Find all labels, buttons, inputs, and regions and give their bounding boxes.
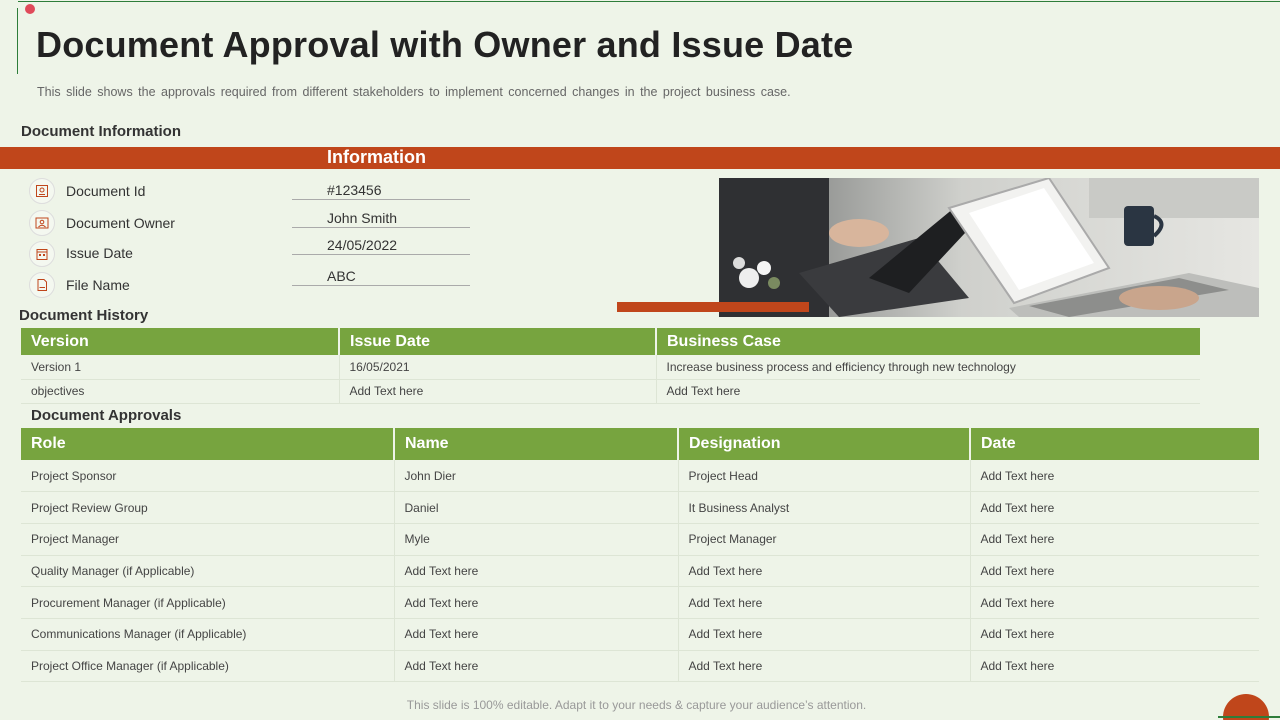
table-cell: Procurement Manager (if Applicable): [21, 586, 395, 619]
table-cell: Add Text here: [656, 379, 1200, 404]
left-accent-line: [17, 8, 18, 74]
document-history-table: Version Issue Date Business Case Version…: [21, 328, 1200, 404]
document-history-heading: Document History: [19, 307, 149, 324]
id-card-icon: [29, 178, 55, 204]
page-subtitle: This slide shows the approvals required …: [37, 85, 791, 99]
issue-date-underline: [292, 254, 470, 255]
table-cell: Add Text here: [394, 618, 679, 651]
column-header-role: Role: [21, 428, 395, 460]
red-dot-decoration: [25, 4, 35, 14]
table-cell: Increase business process and efficiency…: [656, 355, 1200, 380]
table-cell: Add Text here: [970, 618, 1259, 651]
file-name-label: File Name: [66, 277, 130, 293]
file-icon: [29, 272, 55, 298]
orange-accent-bar: [617, 302, 809, 312]
table-row: Version 1 16/05/2021 Increase business p…: [21, 355, 1200, 380]
document-owner-value: John Smith: [327, 210, 398, 226]
table-header-row: Role Name Designation Date: [21, 428, 1259, 460]
document-id-label: Document Id: [66, 183, 146, 199]
document-approvals-table: Role Name Designation Date Project Spons…: [21, 428, 1259, 683]
table-cell: Add Text here: [394, 650, 679, 683]
table-cell: Communications Manager (if Applicable): [21, 618, 395, 651]
calendar-icon: [29, 241, 55, 267]
table-cell: Add Text here: [970, 460, 1259, 493]
business-laptops-photo: [719, 178, 1259, 317]
file-name-underline: [292, 285, 470, 286]
table-row: Quality Manager (if Applicable) Add Text…: [21, 555, 1259, 588]
document-information-heading: Document Information: [21, 123, 181, 140]
table-cell: Myle: [394, 523, 679, 556]
document-approvals-heading: Document Approvals: [31, 407, 182, 424]
table-cell: Project Head: [678, 460, 971, 493]
table-cell: Add Text here: [970, 555, 1259, 588]
table-cell: Project Office Manager (if Applicable): [21, 650, 395, 683]
footer-note: This slide is 100% editable. Adapt it to…: [406, 698, 867, 712]
document-id-value: #123456: [327, 182, 382, 198]
document-owner-label: Document Owner: [66, 215, 175, 231]
table-cell: Project Manager: [21, 523, 395, 556]
table-header-row: Version Issue Date Business Case: [21, 328, 1200, 355]
table-cell: Project Manager: [678, 523, 971, 556]
table-cell: Add Text here: [678, 618, 971, 651]
table-row: Communications Manager (if Applicable) A…: [21, 618, 1259, 651]
table-row: objectives Add Text here Add Text here: [21, 379, 1200, 404]
table-cell: Add Text here: [394, 555, 679, 588]
corner-green-line: [1218, 716, 1280, 718]
table-cell: Daniel: [394, 491, 679, 524]
column-header-business-case: Business Case: [656, 328, 1200, 355]
table-row: Procurement Manager (if Applicable) Add …: [21, 586, 1259, 619]
information-bar-label: Information: [327, 147, 426, 167]
table-cell: It Business Analyst: [678, 491, 971, 524]
table-cell: 16/05/2021: [339, 355, 657, 380]
table-cell: Project Sponsor: [21, 460, 395, 493]
table-cell: Add Text here: [970, 491, 1259, 524]
table-cell: objectives: [21, 379, 340, 404]
issue-date-value: 24/05/2022: [327, 237, 398, 253]
table-cell: Add Text here: [970, 586, 1259, 619]
owner-profile-icon: [29, 210, 55, 236]
column-header-issue-date: Issue Date: [339, 328, 657, 355]
column-header-date: Date: [970, 428, 1259, 460]
table-cell: Project Review Group: [21, 491, 395, 524]
table-cell: Add Text here: [678, 586, 971, 619]
table-cell: Add Text here: [339, 379, 657, 404]
table-cell: Add Text here: [394, 586, 679, 619]
top-divider: [18, 1, 1280, 2]
table-cell: Add Text here: [970, 523, 1259, 556]
column-header-name: Name: [394, 428, 679, 460]
information-bar: [0, 147, 1280, 169]
table-cell: Version 1: [21, 355, 340, 380]
file-name-value: ABC: [327, 268, 356, 284]
table-cell: Add Text here: [970, 650, 1259, 683]
table-cell: Add Text here: [678, 555, 971, 588]
column-header-designation: Designation: [678, 428, 971, 460]
table-row: Project Review Group Daniel It Business …: [21, 491, 1259, 524]
table-row: Project Sponsor John Dier Project Head A…: [21, 460, 1259, 493]
table-cell: John Dier: [394, 460, 679, 493]
issue-date-label: Issue Date: [66, 245, 133, 261]
table-row: Project Manager Myle Project Manager Add…: [21, 523, 1259, 556]
column-header-version: Version: [21, 328, 340, 355]
document-owner-underline: [292, 227, 470, 228]
table-cell: Add Text here: [678, 650, 971, 683]
table-cell: Quality Manager (if Applicable): [21, 555, 395, 588]
document-id-underline: [292, 199, 470, 200]
table-row: Project Office Manager (if Applicable) A…: [21, 650, 1259, 683]
page-title: Document Approval with Owner and Issue D…: [36, 24, 854, 65]
